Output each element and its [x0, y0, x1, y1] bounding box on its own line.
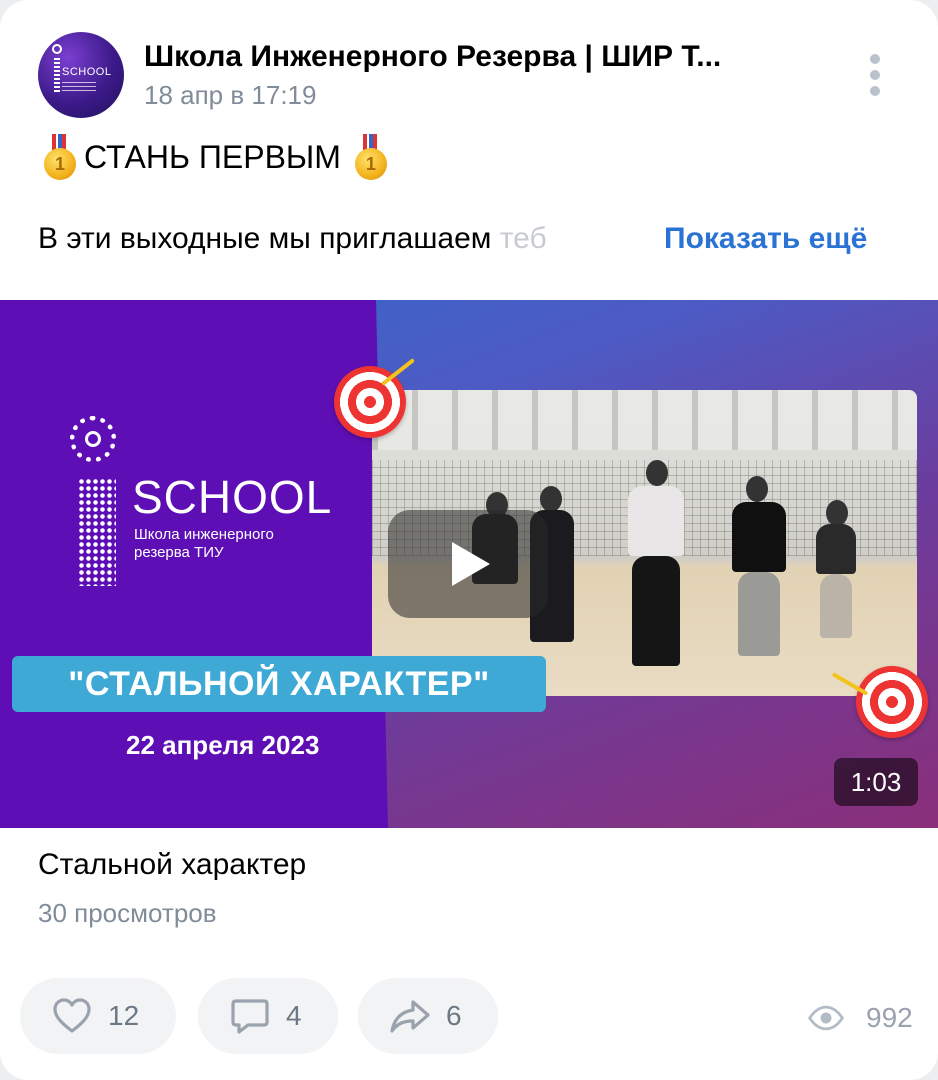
post-headline: 1 СТАНЬ ПЕРВЫМ 1 — [44, 134, 387, 180]
more-vertical-icon[interactable] — [862, 52, 888, 98]
share-count: 6 — [446, 1000, 462, 1031]
eye-icon — [807, 1005, 845, 1031]
person-head — [646, 460, 668, 486]
video-thumbnail[interactable]: SCHOOL Школа инженерного резерва ТИУ "СТ… — [0, 300, 938, 828]
avatar-label: SCHOOL — [62, 66, 112, 78]
school-gear-icon — [70, 416, 116, 462]
like-button[interactable]: 12 — [20, 978, 176, 1054]
person — [628, 486, 684, 556]
headline-text: СТАНЬ ПЕРВЫМ — [84, 138, 341, 175]
target-icon — [856, 666, 928, 738]
like-count: 12 — [108, 1000, 140, 1031]
show-more-link[interactable]: Показать ещё — [664, 222, 867, 256]
post-date[interactable]: 18 апр в 17:19 — [144, 80, 316, 111]
heart-icon — [53, 998, 91, 1033]
target-icon — [334, 366, 406, 438]
avatar-logo-bar — [54, 58, 60, 94]
post-text-visible: В эти выходные мы приглашаем — [38, 222, 500, 255]
post-text: В эти выходные мы приглашаем теб — [38, 222, 547, 256]
video-title[interactable]: Стальной характер — [38, 848, 306, 882]
post-card: SCHOOL Школа Инженерного Резерва | ШИР Т… — [0, 0, 938, 1080]
video-views: 30 просмотров — [38, 898, 217, 928]
person — [732, 502, 786, 572]
avatar-sub-lines — [62, 82, 96, 94]
share-icon — [390, 1000, 430, 1033]
school-dot-pattern — [78, 478, 116, 586]
school-logo-word: SCHOOL — [132, 471, 333, 523]
play-icon[interactable] — [388, 510, 548, 618]
comment-count: 4 — [286, 1000, 302, 1031]
person-head — [746, 476, 768, 502]
share-button[interactable]: 6 — [358, 978, 498, 1054]
view-count: 992 — [866, 1002, 913, 1033]
person-head — [826, 500, 848, 526]
comment-button[interactable]: 4 — [198, 978, 338, 1054]
gym-ceiling — [372, 390, 917, 450]
video-banner: "СТАЛЬНОЙ ХАРАКТЕР" — [12, 656, 546, 712]
medal-icon: 1 — [354, 134, 387, 180]
person — [820, 574, 852, 638]
school-logo-subtitle: Школа инженерного резерва ТИУ — [134, 526, 274, 561]
video-duration: 1:03 — [834, 758, 918, 806]
post-text-faded: теб — [499, 222, 547, 255]
view-counter: 992 — [806, 998, 913, 1038]
person-head — [540, 486, 562, 512]
person — [816, 524, 856, 574]
avatar-gear-icon — [52, 44, 62, 54]
video-event-date: 22 апреля 2023 — [126, 730, 320, 760]
medal-icon: 1 — [44, 134, 76, 180]
community-avatar[interactable]: SCHOOL — [38, 32, 124, 118]
post-author[interactable]: Школа Инженерного Резерва | ШИР Т... — [144, 40, 721, 74]
comment-icon — [231, 999, 269, 1034]
person — [738, 572, 780, 656]
person — [632, 556, 680, 666]
